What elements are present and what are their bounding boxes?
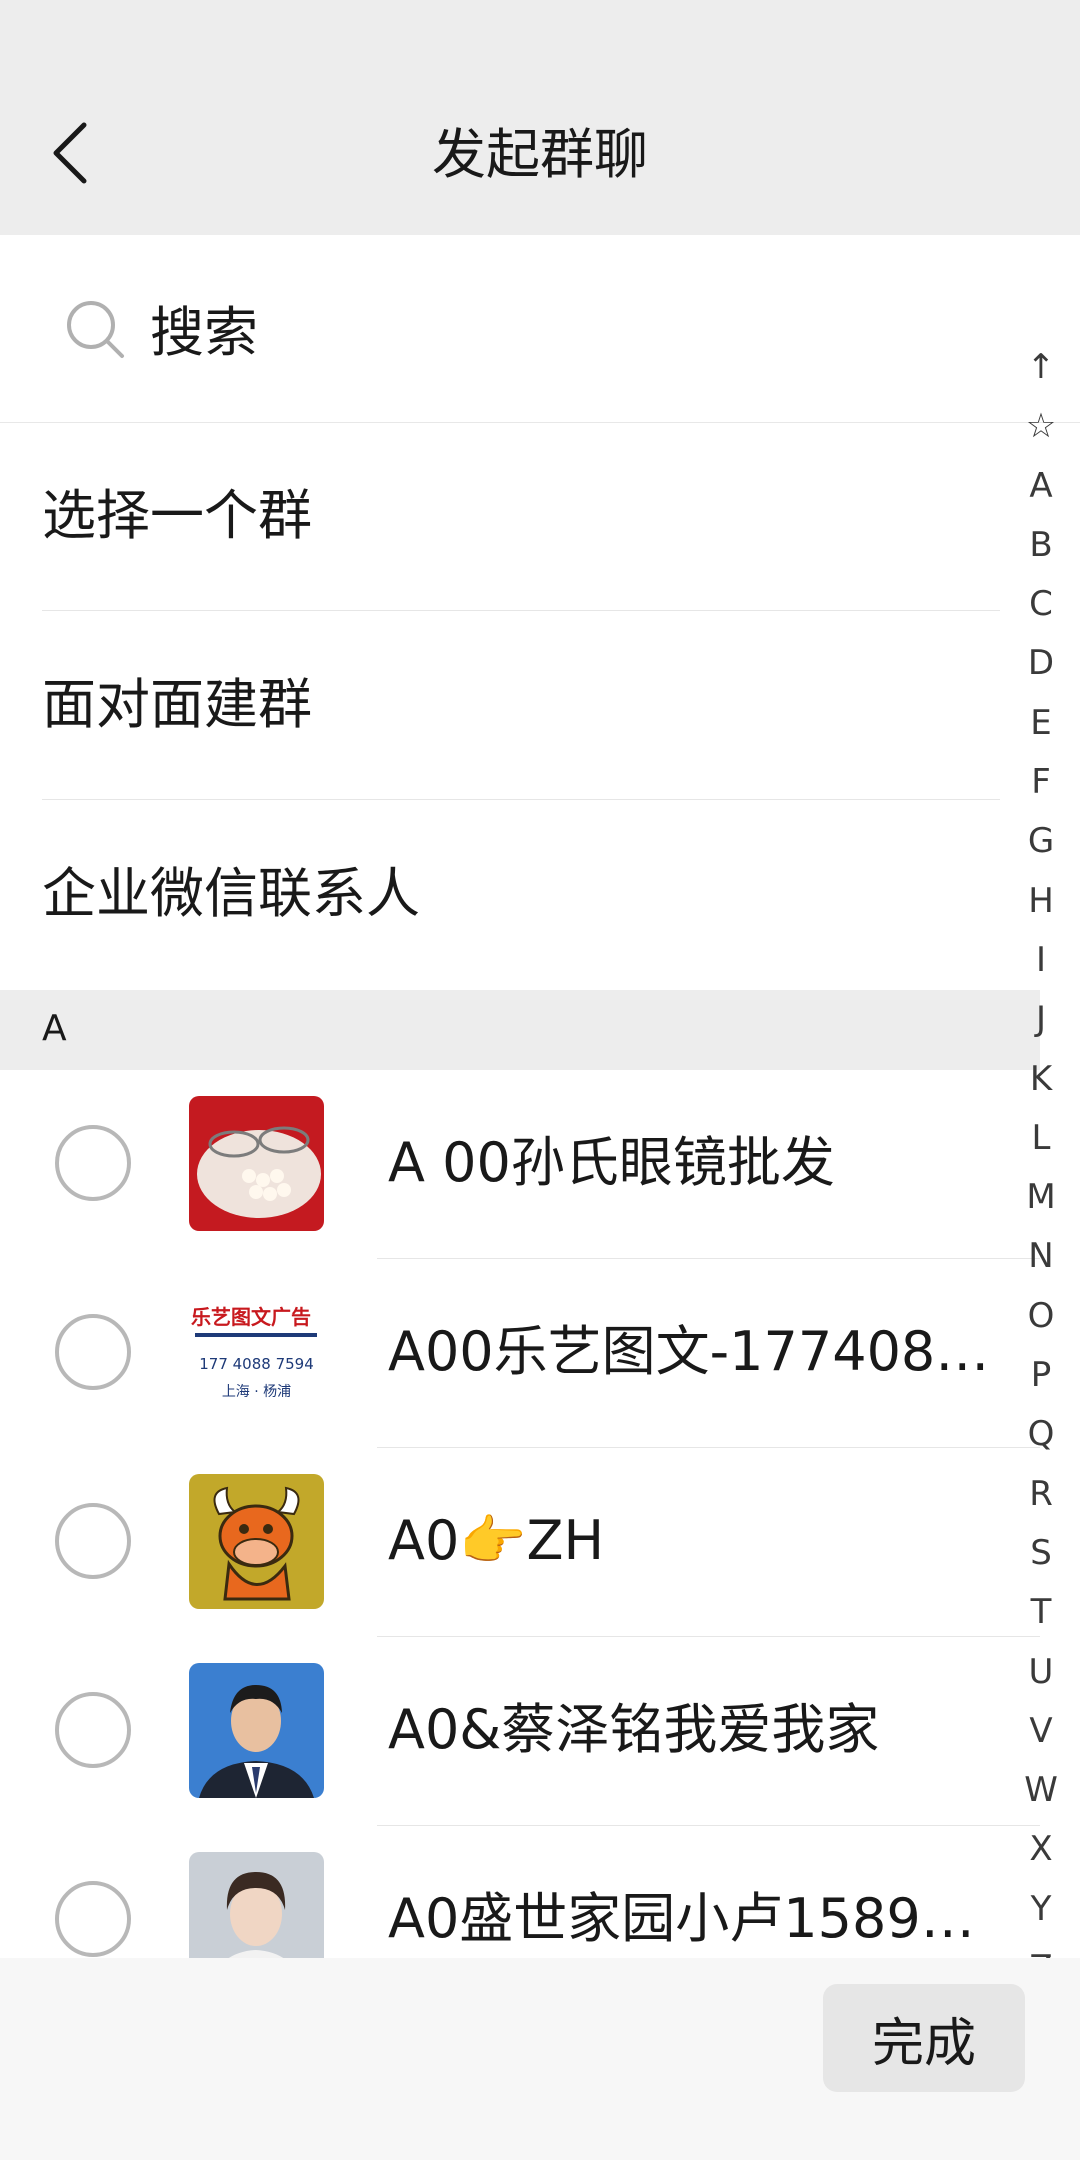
- index-a[interactable]: A: [1018, 457, 1064, 516]
- index-s[interactable]: S: [1018, 1524, 1064, 1583]
- index-m[interactable]: M: [1018, 1168, 1064, 1227]
- done-button[interactable]: 完成: [823, 1984, 1025, 2092]
- menu-item-wecom-contacts[interactable]: 企业微信联系人: [0, 801, 1000, 989]
- contact-row[interactable]: 乐艺图文广告 177 4088 7594 上海 · 杨浦 A00乐艺图文-177…: [0, 1259, 1040, 1448]
- index-o[interactable]: O: [1018, 1287, 1064, 1346]
- index-star[interactable]: ☆: [1018, 397, 1064, 456]
- contact-name: A00乐艺图文-1774088...: [388, 1320, 998, 1383]
- contact-name: A0&蔡泽铭我爱我家: [388, 1698, 880, 1761]
- index-q[interactable]: Q: [1018, 1405, 1064, 1464]
- index-f[interactable]: F: [1018, 753, 1064, 812]
- index-top[interactable]: ↑: [1018, 338, 1064, 397]
- section-header-a: A: [0, 990, 1040, 1070]
- index-g[interactable]: G: [1018, 812, 1064, 871]
- select-radio[interactable]: [55, 1125, 131, 1201]
- select-radio[interactable]: [55, 1881, 131, 1957]
- search-input[interactable]: [148, 296, 952, 368]
- contact-name: A0👉ZH: [388, 1509, 605, 1572]
- title-bar: 发起群聊: [0, 0, 1080, 235]
- avatar: [189, 1663, 324, 1798]
- select-radio[interactable]: [55, 1503, 131, 1579]
- avatar: [189, 1096, 324, 1231]
- avatar: [189, 1852, 324, 1960]
- section-letter: A: [42, 1008, 67, 1049]
- menu-item-select-group[interactable]: 选择一个群: [0, 423, 1000, 611]
- avatar-location-text: 上海 · 杨浦: [221, 1384, 292, 1400]
- contact-name: A 00孙氏眼镜批发: [388, 1131, 835, 1194]
- select-radio[interactable]: [55, 1692, 131, 1768]
- index-c[interactable]: C: [1018, 575, 1064, 634]
- contact-row[interactable]: A0盛世家园小卢15896...: [0, 1826, 1040, 1960]
- avatar: [189, 1474, 324, 1609]
- index-x[interactable]: X: [1018, 1820, 1064, 1879]
- contact-row[interactable]: A0&蔡泽铭我爱我家: [0, 1637, 1040, 1826]
- select-radio[interactable]: [55, 1314, 131, 1390]
- index-v[interactable]: V: [1018, 1702, 1064, 1761]
- contact-row[interactable]: A0👉ZH: [0, 1448, 1040, 1637]
- avatar-logo-text: 乐艺图文广告: [191, 1305, 311, 1329]
- index-k[interactable]: K: [1018, 1050, 1064, 1109]
- contact-list[interactable]: A 00孙氏眼镜批发 乐艺图文广告 177 4088 7594 上海 · 杨浦 …: [0, 1070, 1040, 1960]
- avatar: 乐艺图文广告 177 4088 7594 上海 · 杨浦: [189, 1285, 324, 1420]
- index-e[interactable]: E: [1018, 694, 1064, 753]
- contact-name: A0盛世家园小卢15896...: [388, 1887, 998, 1950]
- alphabet-index-bar[interactable]: ↑ ☆ A B C D E F G H I J K L M N O P Q R …: [1018, 338, 1064, 1960]
- contact-row[interactable]: A 00孙氏眼镜批发: [0, 1070, 1040, 1259]
- index-n[interactable]: N: [1018, 1227, 1064, 1286]
- page-title: 发起群聊: [432, 123, 648, 186]
- search-icon: [67, 301, 124, 358]
- index-d[interactable]: D: [1018, 634, 1064, 693]
- menu-item-face-to-face[interactable]: 面对面建群: [0, 612, 1000, 800]
- index-j[interactable]: J: [1018, 990, 1064, 1049]
- avatar-rule: [195, 1333, 317, 1337]
- index-p[interactable]: P: [1018, 1346, 1064, 1405]
- index-r[interactable]: R: [1018, 1465, 1064, 1524]
- index-y[interactable]: Y: [1018, 1880, 1064, 1939]
- index-b[interactable]: B: [1018, 516, 1064, 575]
- menu-item-label: 选择一个群: [42, 484, 312, 547]
- avatar-phone-text: 177 4088 7594: [199, 1355, 314, 1373]
- index-i[interactable]: I: [1018, 931, 1064, 990]
- index-u[interactable]: U: [1018, 1643, 1064, 1702]
- index-w[interactable]: W: [1018, 1761, 1064, 1820]
- index-l[interactable]: L: [1018, 1109, 1064, 1168]
- menu-item-label: 面对面建群: [42, 673, 312, 736]
- menu-item-label: 企业微信联系人: [42, 862, 420, 925]
- index-t[interactable]: T: [1018, 1583, 1064, 1642]
- divider: [42, 610, 1000, 611]
- index-z[interactable]: Z: [1018, 1939, 1064, 1960]
- divider: [42, 799, 1000, 800]
- index-h[interactable]: H: [1018, 872, 1064, 931]
